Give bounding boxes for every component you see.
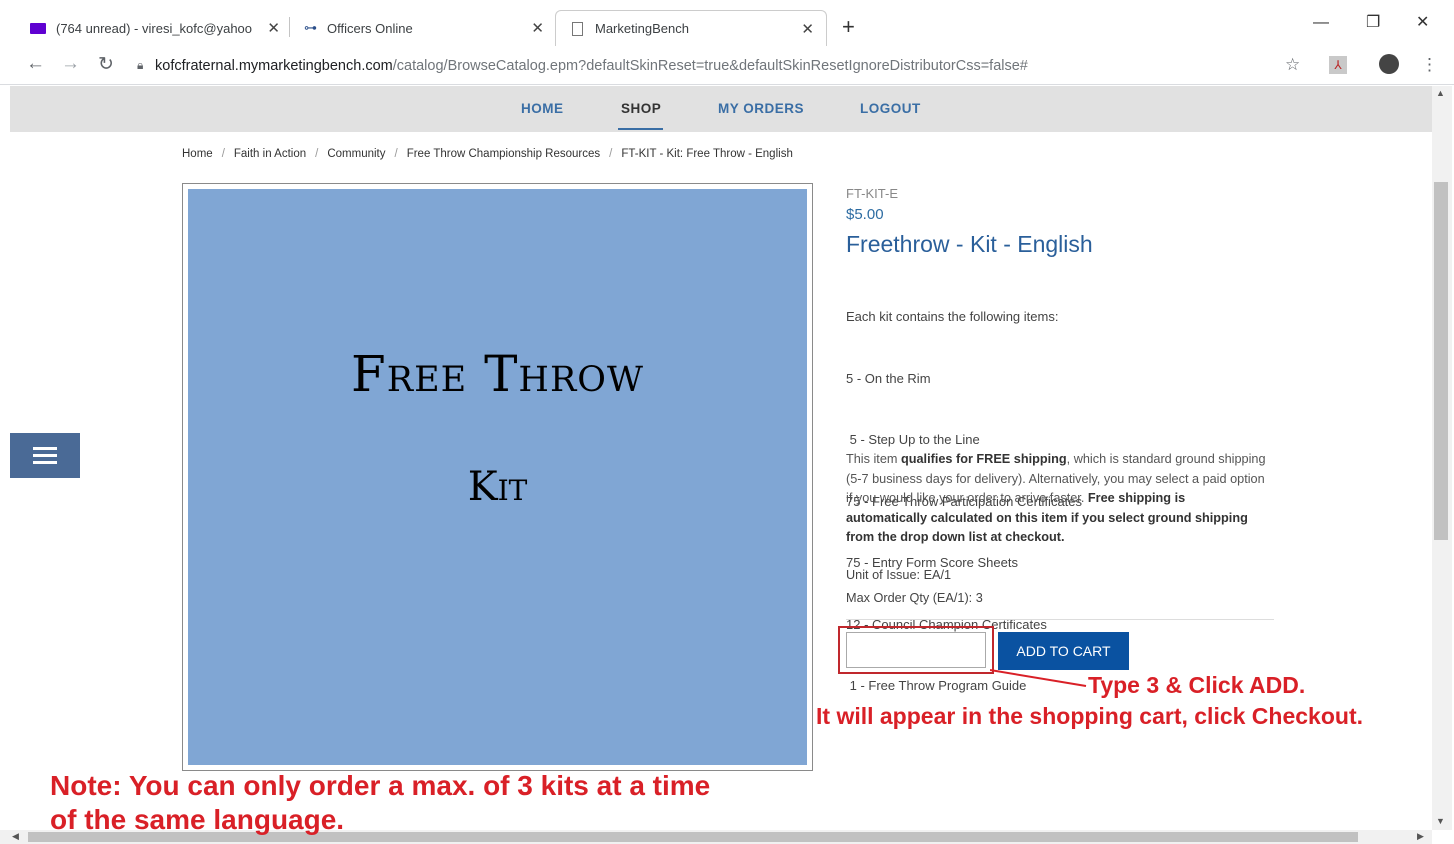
breadcrumb-separator: /	[394, 148, 398, 160]
profile-icon[interactable]	[1379, 54, 1399, 74]
tab-separator	[289, 17, 290, 37]
tab-marketingbench[interactable]: MarketingBench ✕	[555, 10, 827, 46]
sidebar-toggle-button[interactable]	[10, 433, 80, 478]
description-line: 5 - On the Rim	[846, 370, 931, 386]
minimize-icon[interactable]: —	[1313, 14, 1329, 32]
product-image-title: Free Throw	[351, 345, 644, 403]
restore-icon[interactable]: ❐	[1366, 12, 1380, 32]
tab-yahoo-mail[interactable]: (764 unread) - viresi_kofc@yahoo ✕	[30, 10, 288, 46]
pdf-extension-icon[interactable]: ⅄	[1329, 56, 1347, 74]
url-path: /catalog/BrowseCatalog.epm?defaultSkinRe…	[392, 57, 1028, 74]
tab-close-icon[interactable]: ✕	[801, 20, 814, 38]
shipping-info: This item qualifies for FREE shipping, w…	[846, 450, 1266, 548]
active-nav-underline	[618, 128, 663, 130]
breadcrumb-current: FT-KIT - Kit: Free Throw - English	[621, 148, 793, 160]
site-navigation: HOME SHOP MY ORDERS LOGOUT	[10, 86, 1432, 132]
nav-home[interactable]: HOME	[521, 101, 564, 116]
address-bar[interactable]: 🔒︎ kofcfraternal.mymarketingbench.com/ca…	[137, 51, 1317, 80]
mail-icon	[30, 22, 46, 34]
breadcrumb-free-throw-resources[interactable]: Free Throw Championship Resources	[407, 148, 600, 160]
tab-title: Officers Online	[327, 20, 413, 36]
nav-my-orders[interactable]: MY ORDERS	[718, 101, 804, 116]
add-to-cart-button[interactable]: ADD TO CART	[998, 632, 1129, 670]
scrollbar-thumb[interactable]	[1434, 182, 1448, 540]
breadcrumb-separator: /	[221, 148, 225, 160]
tab-close-icon[interactable]: ✕	[267, 19, 280, 37]
breadcrumb-faith-in-action[interactable]: Faith in Action	[234, 148, 306, 160]
reload-icon[interactable]: ↻	[98, 53, 114, 76]
breadcrumb-community[interactable]: Community	[327, 148, 385, 160]
scroll-left-icon[interactable]: ◀	[12, 831, 19, 842]
unit-of-issue: Unit of Issue: EA/1	[846, 568, 952, 582]
window-close-icon[interactable]: ✕	[1416, 12, 1429, 32]
shipping-text: This item	[846, 452, 901, 466]
nav-shop[interactable]: SHOP	[621, 101, 661, 116]
forward-icon[interactable]: →	[61, 53, 80, 75]
product-image-frame: Free Throw Kit	[182, 183, 813, 771]
browser-toolbar: ← → ↻ 🔒︎ kofcfraternal.mymarketingbench.…	[0, 47, 1454, 85]
shipping-free-label: qualifies for FREE shipping	[901, 452, 1067, 466]
description-line: Each kit contains the following items:	[846, 309, 1059, 324]
annotation-arrow	[990, 669, 1087, 687]
max-order-qty: Max Order Qty (EA/1): 3	[846, 591, 983, 605]
scroll-down-icon[interactable]: ▼	[1436, 816, 1445, 826]
browser-tab-strip: (764 unread) - viresi_kofc@yahoo ✕ ⊶ Off…	[0, 0, 1454, 47]
back-icon[interactable]: ←	[26, 53, 45, 75]
annotation-cart: It will appear in the shopping cart, cli…	[816, 703, 1363, 729]
annotation-step: Type 3 & Click ADD.	[1088, 672, 1306, 698]
description-line: 5 - Step Up to the Line	[846, 432, 980, 447]
tab-title: (764 unread) - viresi_kofc@yahoo	[56, 20, 253, 36]
breadcrumb-separator: /	[315, 148, 319, 160]
tab-close-icon[interactable]: ✕	[531, 19, 544, 37]
scroll-right-icon[interactable]: ▶	[1417, 831, 1424, 842]
bookmark-star-icon[interactable]: ☆	[1285, 55, 1300, 75]
product-image[interactable]: Free Throw Kit	[188, 189, 807, 765]
url-host: kofcfraternal.mymarketingbench.com	[155, 57, 393, 74]
more-menu-icon[interactable]: ⋮	[1421, 55, 1438, 75]
vertical-scrollbar[interactable]: ▲ ▼	[1432, 86, 1452, 830]
product-price: $5.00	[846, 206, 884, 223]
breadcrumb: Home / Faith in Action / Community / Fre…	[182, 148, 793, 160]
product-name: Freethrow - Kit - English	[846, 231, 1093, 257]
divider	[846, 619, 1274, 620]
page-icon	[572, 21, 583, 36]
tab-officers-online[interactable]: ⊶ Officers Online ✕	[298, 10, 554, 46]
nav-logout[interactable]: LOGOUT	[860, 101, 921, 116]
tab-title: MarketingBench	[595, 21, 689, 36]
lock-icon: 🔒︎	[137, 58, 144, 72]
breadcrumb-home[interactable]: Home	[182, 148, 213, 160]
annotation-note-line1: Note: You can only order a max. of 3 kit…	[50, 770, 711, 801]
new-tab-icon[interactable]: +	[842, 14, 855, 40]
breadcrumb-separator: /	[609, 148, 613, 160]
key-icon: ⊶	[304, 20, 317, 35]
hamburger-icon	[33, 443, 57, 468]
order-limits: Unit of Issue: EA/1 Max Order Qty (EA/1)…	[846, 564, 983, 610]
annotation-note-line2: of the same language.	[50, 804, 345, 835]
product-image-subtitle: Kit	[467, 464, 528, 510]
quantity-input[interactable]	[846, 632, 986, 668]
scroll-up-icon[interactable]: ▲	[1436, 88, 1445, 98]
product-sku: FT-KIT-E	[846, 186, 898, 201]
